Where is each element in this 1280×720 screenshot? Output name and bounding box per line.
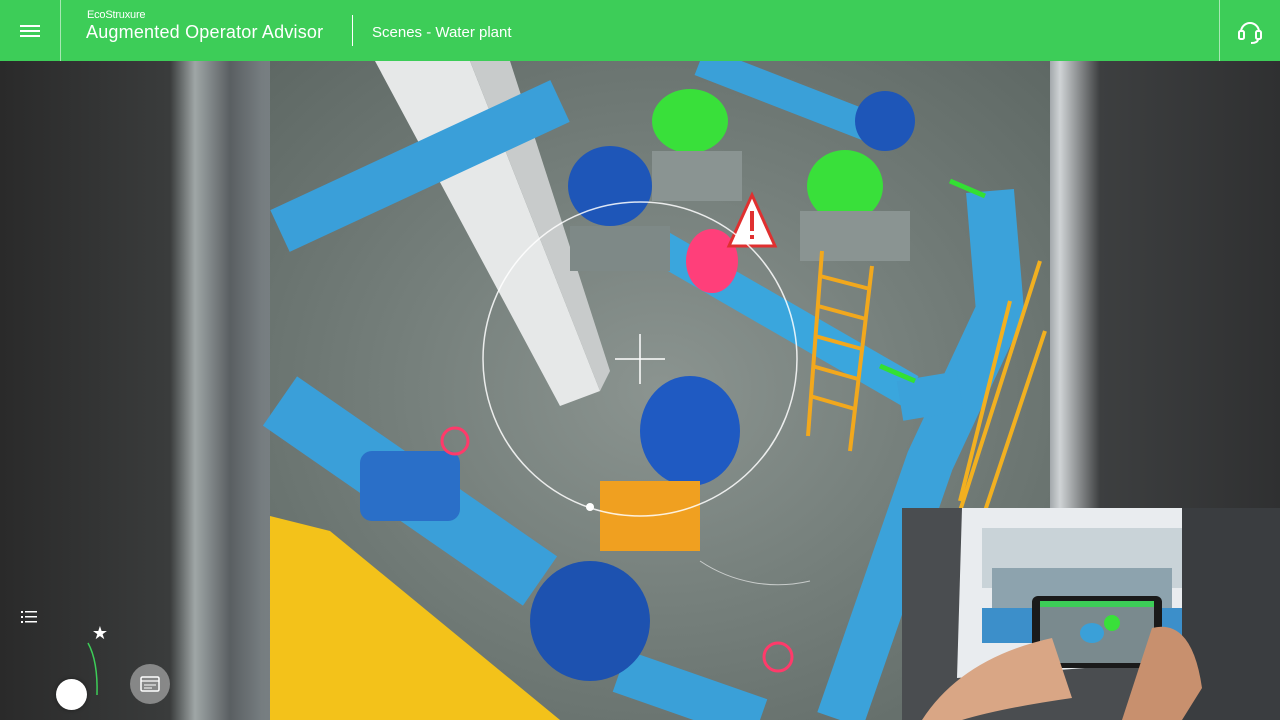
motor-green-top xyxy=(652,89,728,153)
star-icon[interactable]: ★ xyxy=(90,623,110,643)
ar-camera-view[interactable]: ★ xyxy=(0,61,1280,720)
hamburger-menu-icon xyxy=(20,25,40,37)
zoom-slider-handle[interactable] xyxy=(56,679,87,710)
pump-bottom xyxy=(530,561,650,681)
warning-triangle-icon[interactable] xyxy=(726,191,778,248)
pipe-flange-left xyxy=(360,451,460,521)
crosshair-icon xyxy=(615,334,665,384)
headset-support-icon xyxy=(1238,21,1262,44)
menu-button[interactable] xyxy=(0,0,61,61)
motor-blue-center xyxy=(640,376,740,486)
brand-logo: EcoStruxure xyxy=(87,9,146,21)
header-divider xyxy=(352,15,353,46)
list-icon[interactable] xyxy=(21,609,39,625)
pip-graphics xyxy=(902,508,1280,720)
document-button[interactable] xyxy=(130,664,170,704)
app-title: Augmented Operator Advisor xyxy=(86,22,324,42)
slider-arc xyxy=(87,642,98,696)
support-button[interactable] xyxy=(1219,0,1280,61)
picture-in-picture-view xyxy=(902,508,1280,720)
app-header: EcoStruxure Augmented Operator Advisor S… xyxy=(0,0,1280,61)
valve-left xyxy=(440,426,470,456)
pump-upper-right xyxy=(855,91,915,151)
valve-bottom xyxy=(762,641,794,673)
alert-coupling xyxy=(686,229,738,293)
document-icon xyxy=(140,676,160,692)
scene-title: Scenes - Water plant xyxy=(372,24,512,41)
